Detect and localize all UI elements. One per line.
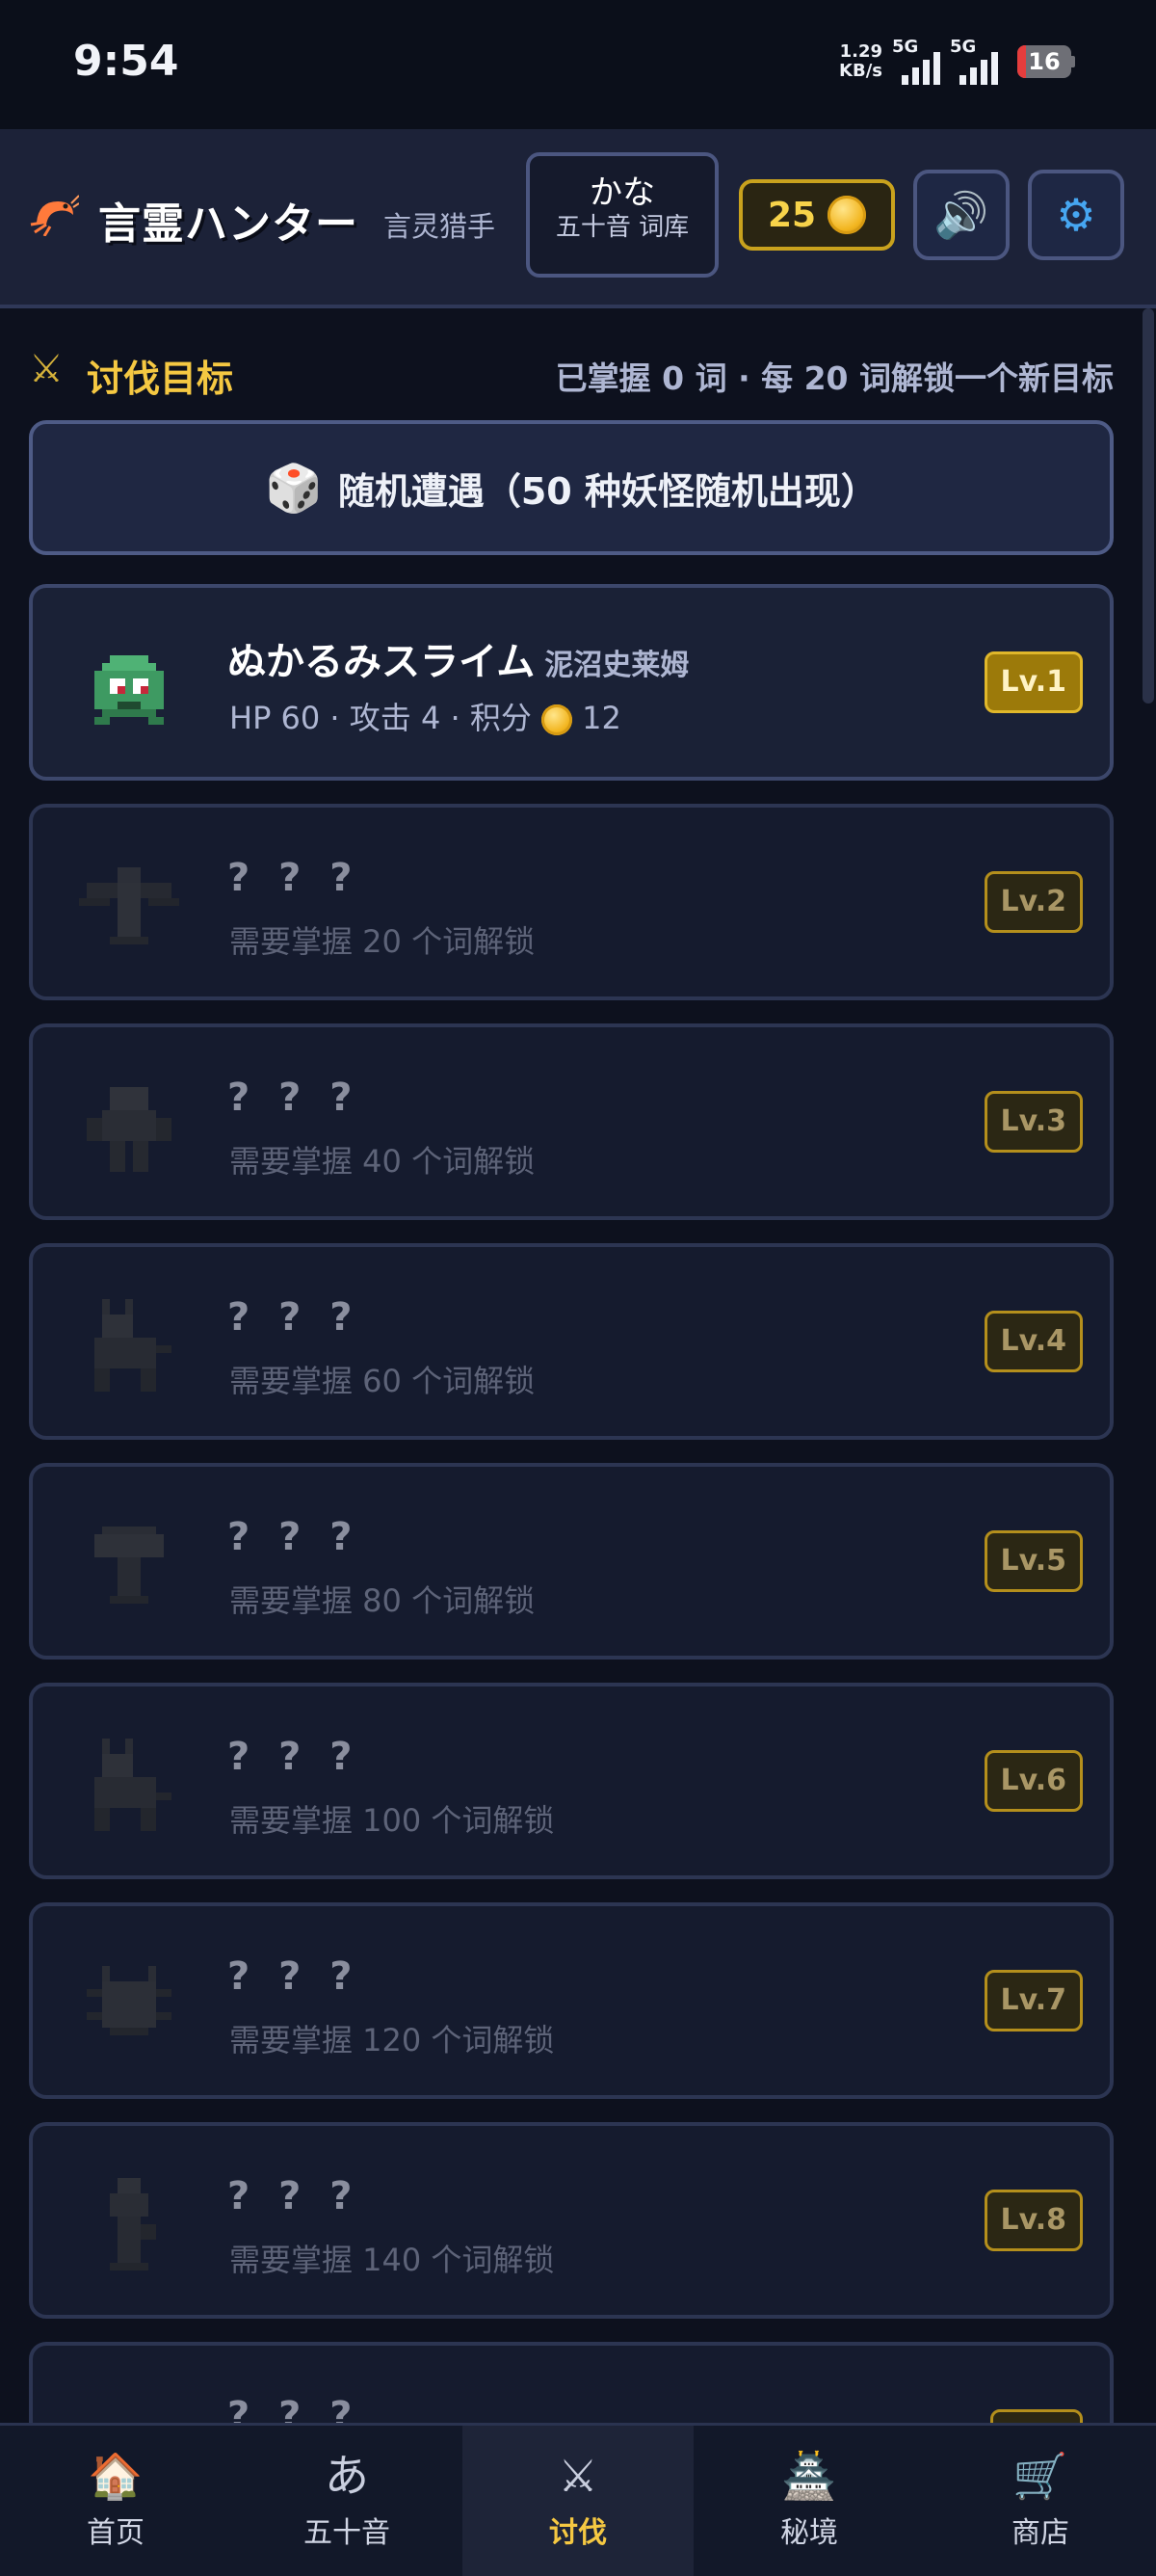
- locked-monster-silhouette-icon: [79, 1519, 179, 1619]
- level-badge: Lv.5: [984, 1530, 1083, 1592]
- locked-monster-silhouette-icon: [79, 1079, 179, 1180]
- coin-counter: 25: [739, 179, 895, 251]
- monster-stats-text: HP 60 · 攻击 4 · 积分: [229, 700, 532, 736]
- coin-icon: [828, 196, 867, 234]
- monster-card-7[interactable]: ? ? ? 需要掌握 120 个词解锁 Lv.7: [29, 1902, 1114, 2099]
- cart-icon: 🛒: [1012, 2450, 1068, 2502]
- unlock-hint: 需要掌握 40 个词解锁: [229, 1143, 536, 1180]
- locked-monster-silhouette-icon: [79, 1958, 179, 2058]
- deck-selector-button[interactable]: かな 五十音 词库: [526, 152, 719, 278]
- monster-card-4[interactable]: ? ? ? 需要掌握 60 个词解锁 Lv.4: [29, 1243, 1114, 1440]
- app-header: 言霊ハンター 言灵猎手 かな 五十音 词库 25 🔊 ⚙: [0, 129, 1156, 308]
- signal-bars-icon: [959, 48, 998, 85]
- status-bar: 9:54 1.29 KB/s 5G 5G 16: [0, 0, 1156, 129]
- app-title: 言霊ハンター: [98, 199, 358, 249]
- monster-stats: HP 60 · 攻击 4 · 积分 12: [229, 694, 621, 738]
- locked-monster-name: ? ? ?: [227, 856, 360, 900]
- monster-card-1[interactable]: ぬかるみスライム 泥沼史莱姆 HP 60 · 攻击 4 · 积分 12 Lv.1: [29, 584, 1114, 781]
- status-time: 9:54: [73, 37, 179, 86]
- mastery-progress: 已掌握 0 词 · 每 20 词解锁一个新目标: [555, 359, 1114, 397]
- section-header: ⚔ 讨伐目标 已掌握 0 词 · 每 20 词解锁一个新目标: [29, 343, 1114, 401]
- status-indicators: 1.29 KB/s 5G 5G 16: [839, 39, 1075, 85]
- unlock-hint: 需要掌握 80 个词解锁: [229, 1582, 536, 1619]
- coin-icon: [541, 704, 572, 735]
- battery-level: 16: [1028, 48, 1061, 75]
- bottom-nav: 🏠 首页 あ 五十音 ⚔ 讨伐 🏯 秘境 🛒 商店: [0, 2423, 1156, 2576]
- unlock-hint: 需要掌握 20 个词解锁: [229, 923, 536, 960]
- nav-item-shop[interactable]: 🛒 商店: [925, 2426, 1156, 2576]
- monster-card-3[interactable]: ? ? ? 需要掌握 40 个词解锁 Lv.3: [29, 1023, 1114, 1220]
- unlock-hint: 需要掌握 140 个词解锁: [229, 2242, 555, 2278]
- level-badge: Lv.3: [984, 1091, 1083, 1153]
- monster-name-jp: ぬかるみスライム: [227, 640, 536, 684]
- monster-card-6[interactable]: ? ? ? 需要掌握 100 个词解锁 Lv.6: [29, 1683, 1114, 1879]
- locked-monster-name: ? ? ?: [227, 2174, 360, 2218]
- level-badge: Lv.2: [984, 871, 1083, 933]
- battery-icon: 16: [1017, 45, 1075, 78]
- nav-item-home[interactable]: 🏠 首页: [0, 2426, 231, 2576]
- locked-monster-name: ? ? ?: [227, 1295, 360, 1340]
- monster-name-cn: 泥沼史莱姆: [544, 649, 690, 682]
- signal-2: 5G: [950, 39, 998, 85]
- locked-monster-silhouette-icon: [79, 1739, 179, 1839]
- unlock-hint: 需要掌握 100 个词解锁: [229, 1802, 555, 1839]
- locked-monster-name: ? ? ?: [227, 1076, 360, 1120]
- nav-label: 秘境: [780, 2516, 838, 2550]
- deck-kana: かな: [590, 173, 655, 212]
- random-encounter-button[interactable]: 🎲 随机遭遇（50 种妖怪随机出现）: [29, 420, 1114, 555]
- unlock-hint: 需要掌握 60 个词解锁: [229, 1363, 536, 1399]
- castle-icon: 🏯: [781, 2450, 837, 2502]
- locked-monster-silhouette-icon: [79, 2178, 179, 2278]
- network-speed-unit: KB/s: [839, 61, 882, 81]
- unlock-hint: 需要掌握 120 个词解锁: [229, 2022, 555, 2058]
- monster-card-2[interactable]: ? ? ? 需要掌握 20 个词解锁 Lv.2: [29, 804, 1114, 1000]
- nav-item-gojuon[interactable]: あ 五十音: [231, 2426, 462, 2576]
- locked-monster-name: ? ? ?: [227, 1515, 360, 1559]
- level-badge: Lv.7: [984, 1970, 1083, 2032]
- locked-monster-name: ? ? ?: [227, 1954, 360, 1999]
- nav-label: 五十音: [303, 2516, 390, 2550]
- network-speed-value: 1.29: [839, 41, 882, 62]
- monster-score: 12: [582, 700, 621, 736]
- sound-button[interactable]: 🔊: [913, 170, 1010, 260]
- nav-item-battle[interactable]: ⚔ 讨伐: [462, 2426, 694, 2576]
- section-title: 讨伐目标: [87, 358, 234, 400]
- nav-item-dungeon[interactable]: 🏯 秘境: [694, 2426, 925, 2576]
- scrollbar-thumb[interactable]: [1143, 308, 1154, 704]
- app-subtitle: 言灵猎手: [383, 210, 496, 243]
- locked-monster-name: ? ? ?: [227, 1735, 360, 1779]
- shrimp-icon: [29, 194, 80, 247]
- gear-icon: ⚙: [1056, 189, 1096, 241]
- signal-1: 5G: [892, 39, 940, 85]
- signal-bars-icon: [902, 48, 940, 85]
- dice-icon: 🎲: [265, 461, 323, 516]
- network-speed: 1.29 KB/s: [839, 42, 882, 81]
- coin-count: 25: [767, 195, 817, 235]
- monster-card-8[interactable]: ? ? ? 需要掌握 140 个词解锁 Lv.8: [29, 2122, 1114, 2319]
- level-badge: Lv.1: [984, 651, 1083, 713]
- crossed-swords-icon: ⚔: [29, 347, 64, 391]
- locked-monster-silhouette-icon: [79, 860, 179, 960]
- level-badge: Lv.6: [984, 1750, 1083, 1812]
- monster-card-5[interactable]: ? ? ? 需要掌握 80 个词解锁 Lv.5: [29, 1463, 1114, 1660]
- deck-name: 五十音 词库: [555, 213, 690, 242]
- slime-sprite-icon: [79, 640, 179, 740]
- monster-name: ぬかるみスライム 泥沼史莱姆: [227, 630, 689, 686]
- level-badge: Lv.4: [984, 1311, 1083, 1372]
- settings-button[interactable]: ⚙: [1028, 170, 1124, 260]
- nav-label: 首页: [87, 2516, 144, 2550]
- nav-label: 讨伐: [549, 2516, 607, 2550]
- crossed-swords-icon: ⚔: [558, 2450, 598, 2502]
- hiragana-a-icon: あ: [325, 2450, 369, 2502]
- level-badge: Lv.8: [984, 2190, 1083, 2251]
- nav-label: 商店: [1012, 2516, 1069, 2550]
- speaker-icon: 🔊: [933, 188, 989, 241]
- locked-monster-silhouette-icon: [79, 1299, 179, 1399]
- house-icon: 🏠: [88, 2450, 144, 2502]
- random-encounter-label: 随机遭遇（50 种妖怪随机出现）: [337, 469, 878, 513]
